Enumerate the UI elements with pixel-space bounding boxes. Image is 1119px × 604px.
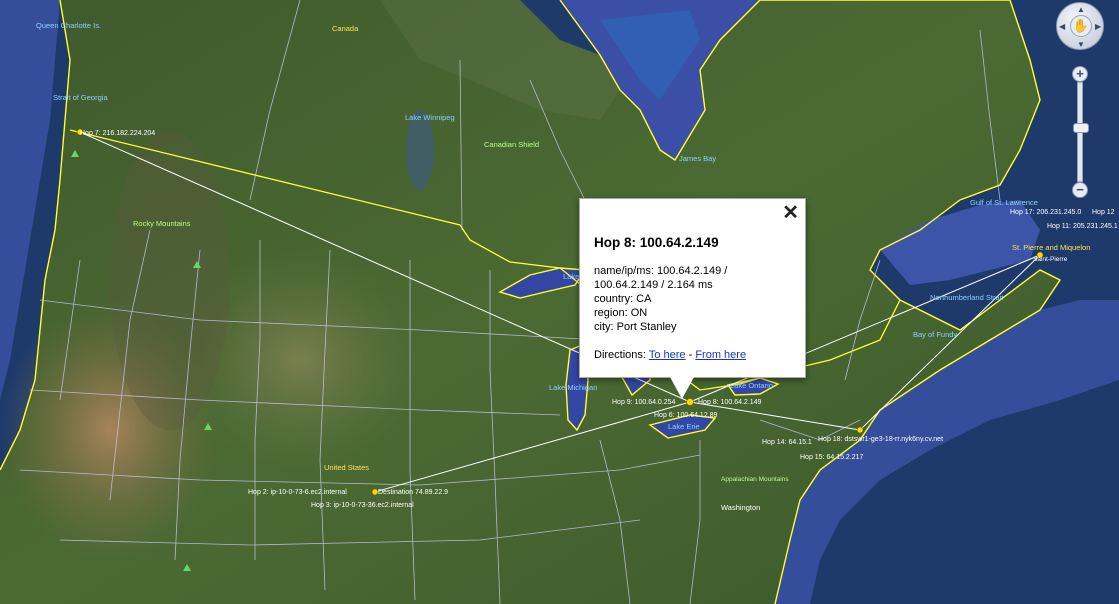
- zoom-out-button[interactable]: −: [1072, 182, 1088, 198]
- zoom-slider[interactable]: + −: [1072, 66, 1089, 200]
- hop15-label[interactable]: Hop 15: 64.15.2.217: [800, 454, 864, 461]
- satellite-map[interactable]: Canada Lake Winnipeg Canadian Shield Jam…: [0, 0, 1119, 604]
- popup-country: country: CA: [594, 293, 652, 305]
- from-here-link[interactable]: From here: [695, 349, 746, 361]
- popup-pointer: [670, 377, 694, 399]
- popup-name-line2: 100.64.2.149 / 2.164 ms: [594, 279, 713, 291]
- mountain-ridge: [110, 130, 230, 430]
- label-washington: Washington: [721, 503, 760, 512]
- hop14-label[interactable]: Hop 14: 64.15.1: [762, 439, 812, 446]
- label-lake-michigan: Lake Michigan: [549, 383, 597, 392]
- popup-region: region: ON: [594, 307, 648, 319]
- navigation-controls: ▲ ▼ ◀ ▶ ✋ + −: [1055, 0, 1109, 200]
- hop6-label[interactable]: Hop 6: 100.64.12.89: [654, 412, 718, 419]
- label-queen-charlotte: Queen Charlotte Is.: [36, 21, 101, 30]
- hop2-label[interactable]: Hop 2: ip-10-0-73-6.ec2.internal: [248, 489, 347, 496]
- label-united-states: United States: [324, 463, 369, 472]
- hop7-label[interactable]: Hop 7: 216.182.224.204: [80, 130, 155, 137]
- pan-left-icon[interactable]: ◀: [1059, 22, 1065, 31]
- destination-label[interactable]: Destination 74.89.22.9: [378, 489, 448, 496]
- label-canadian-shield: Canadian Shield: [484, 140, 539, 149]
- close-icon[interactable]: ✕: [782, 201, 799, 225]
- label-lake-superior: Lake: [563, 272, 579, 281]
- directions-separator: -: [688, 349, 693, 361]
- label-bay-of-fundy: Bay of Fundy: [913, 330, 957, 339]
- hop8-marker[interactable]: [686, 398, 694, 406]
- label-james-bay: James Bay: [679, 154, 716, 163]
- label-strait-of-georgia: Strait of Georgia: [53, 93, 108, 102]
- info-window: ✕ Hop 8: 100.64.2.149 name/ip/ms: 100.64…: [579, 198, 806, 399]
- label-canada: Canada: [332, 24, 359, 33]
- hop9-label[interactable]: Hop 9: 100.64.0.254: [612, 399, 676, 406]
- lake-winnipeg: [406, 110, 434, 190]
- zoom-track[interactable]: [1073, 82, 1089, 182]
- hop8-label[interactable]: Hop 8: 100.64.2.149: [698, 399, 762, 406]
- directions-label: Directions:: [594, 349, 646, 361]
- label-saint-pierre: Saint-Pierre: [1033, 256, 1068, 263]
- label-rocky-mountains: Rocky Mountains: [133, 219, 191, 228]
- popup-directions: Directions: To here - From here: [594, 348, 791, 362]
- label-st-pierre: St. Pierre and Miquelon: [1012, 243, 1090, 252]
- hop11-label[interactable]: Hop 11: 205.231.245.1: [1047, 223, 1118, 230]
- pan-up-icon[interactable]: ▲: [1077, 5, 1085, 14]
- zoom-thumb[interactable]: [1073, 123, 1089, 133]
- popup-name-line1: name/ip/ms: 100.64.2.149 /: [594, 265, 728, 277]
- hop18-label[interactable]: Hop 18: dstswr1-ge3-18-rr.nyk6ny.cv.net: [818, 436, 943, 443]
- label-lake-erie: Lake Erie: [668, 422, 700, 431]
- hand-icon[interactable]: ✋: [1070, 15, 1092, 37]
- popup-city: city: Port Stanley: [594, 321, 677, 333]
- to-here-link[interactable]: To here: [649, 349, 686, 361]
- pan-control[interactable]: ▲ ▼ ◀ ▶ ✋: [1056, 2, 1104, 50]
- hop3-label[interactable]: Hop 3: ip-10-0-73-36.ec2.internal: [311, 502, 414, 509]
- label-northumberland: Northumberland Strait: [930, 293, 1004, 302]
- pan-right-icon[interactable]: ▶: [1095, 22, 1101, 31]
- zoom-in-button[interactable]: +: [1072, 66, 1088, 82]
- label-appalachian: Appalachian Mountains: [721, 476, 789, 483]
- hop18-marker[interactable]: [856, 426, 864, 434]
- label-lake-winnipeg: Lake Winnipeg: [405, 113, 455, 122]
- popup-title: Hop 8: 100.64.2.149: [594, 235, 719, 250]
- hop17-label[interactable]: Hop 17: 206.231.245.0: [1010, 209, 1081, 216]
- pan-down-icon[interactable]: ▼: [1077, 40, 1085, 49]
- label-lake-ontario: Lake Ontario: [730, 381, 773, 390]
- hop12-label[interactable]: Hop 12: [1092, 209, 1115, 216]
- label-gulf-st-lawrence: Gulf of St. Lawrence: [970, 198, 1038, 207]
